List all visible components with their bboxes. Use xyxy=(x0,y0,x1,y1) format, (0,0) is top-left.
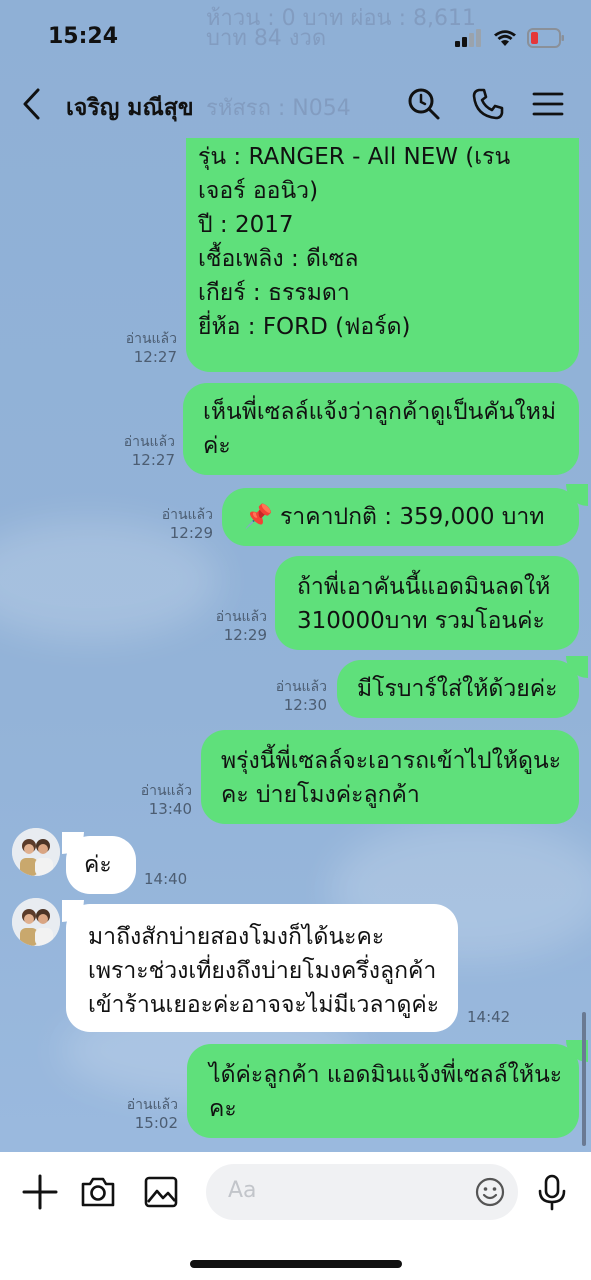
read-receipt: อ่านแล้ว xyxy=(140,783,192,799)
read-receipt: อ่านแล้ว xyxy=(161,507,213,523)
contact-avatar[interactable] xyxy=(12,898,60,946)
message-time: 12:27 xyxy=(131,451,175,469)
message-time: 13:40 xyxy=(148,800,192,818)
message-input[interactable]: Aa xyxy=(206,1164,518,1220)
message-bubble-outgoing[interactable]: มีโรบาร์ใส่ให้ด้วยค่ะ xyxy=(337,660,579,718)
message-time: 14:42 xyxy=(467,1008,511,1026)
ghost-preview-line3: รหัสรถ : N054 xyxy=(206,96,351,121)
status-icons xyxy=(455,28,565,48)
message-list[interactable]: ประเภท : กระบะแคบ รุ่น : RANGER - All NE… xyxy=(0,138,591,1152)
message-time: 12:30 xyxy=(283,696,327,714)
battery-low-icon xyxy=(527,28,564,48)
home-indicator xyxy=(190,1260,402,1268)
contact-avatar[interactable] xyxy=(12,828,60,876)
message-text: ราคาปกติ : 359,000 บาท xyxy=(279,504,545,530)
message-time: 12:29 xyxy=(169,524,213,542)
pushpin-icon: 📌 xyxy=(244,504,273,530)
message-time: 12:27 xyxy=(133,348,177,366)
menu-icon[interactable] xyxy=(530,86,566,122)
avatar-photo xyxy=(12,898,60,946)
ghost-preview-line2: บาท 84 งวด xyxy=(206,26,327,51)
status-bar: 15:24 ห้าวน : 0 บาท ผ่อน : 8,611 บาท 84 … xyxy=(0,0,591,72)
message-time: 14:40 xyxy=(144,870,188,888)
chat-header: เจริญ มณีสุข รหัสรถ : N054 xyxy=(0,72,591,138)
message-bubble-outgoing[interactable]: พรุ่งนี้พี่เซลล์จะเอารถเข้าไปให้ดูนะ คะ … xyxy=(201,730,579,824)
avatar-photo xyxy=(12,828,60,876)
cellular-signal-icon xyxy=(455,29,481,47)
search-icon[interactable] xyxy=(406,86,442,122)
message-meta: อ่านแล้ว 15:02 xyxy=(98,1096,178,1132)
message-time: 12:29 xyxy=(223,626,267,644)
plus-icon[interactable] xyxy=(20,1172,60,1212)
message-meta: อ่านแล้ว 12:29 xyxy=(133,506,213,542)
scrollbar[interactable] xyxy=(582,1012,586,1146)
image-icon[interactable] xyxy=(141,1172,181,1212)
read-receipt: อ่านแล้ว xyxy=(126,1097,178,1113)
message-meta: อ่านแล้ว 12:27 xyxy=(95,433,175,469)
message-meta: อ่านแล้ว 12:30 xyxy=(247,678,327,714)
back-icon[interactable] xyxy=(18,86,48,122)
composer-bar: Aa xyxy=(0,1152,591,1280)
message-bubble-outgoing[interactable]: 📌 ราคาปกติ : 359,000 บาท xyxy=(222,488,579,546)
message-meta: อ่านแล้ว 12:27 xyxy=(97,330,177,366)
message-bubble-outgoing[interactable]: ถ้าพี่เอาคันนี้แอดมินลดให้ 310000บาท รวม… xyxy=(275,556,579,650)
contact-name[interactable]: เจริญ มณีสุข xyxy=(66,90,194,126)
emoji-icon[interactable] xyxy=(474,1176,506,1208)
phone-icon[interactable] xyxy=(470,86,506,122)
message-time: 15:02 xyxy=(134,1114,178,1132)
message-meta: อ่านแล้ว 13:40 xyxy=(112,782,192,818)
camera-icon[interactable] xyxy=(78,1172,118,1212)
read-receipt: อ่านแล้ว xyxy=(215,609,267,625)
message-meta: อ่านแล้ว 12:29 xyxy=(187,608,267,644)
read-receipt: อ่านแล้ว xyxy=(275,679,327,695)
message-input-placeholder: Aa xyxy=(228,1178,257,1203)
read-receipt: อ่านแล้ว xyxy=(123,434,175,450)
microphone-icon[interactable] xyxy=(532,1172,572,1212)
message-bubble-incoming[interactable]: มาถึงสักบ่ายสองโมงก็ได้นะคะ เพราะช่วงเที… xyxy=(66,904,458,1032)
message-bubble-outgoing[interactable]: ได้ค่ะลูกค้า แอดมินแจ้งพี่เซลล์ให้นะ คะ xyxy=(187,1044,579,1138)
read-receipt: อ่านแล้ว xyxy=(125,331,177,347)
wifi-icon xyxy=(494,30,516,46)
status-time: 15:24 xyxy=(48,24,119,49)
message-bubble-outgoing[interactable]: ประเภท : กระบะแคบ รุ่น : RANGER - All NE… xyxy=(186,138,579,372)
message-bubble-outgoing[interactable]: เห็นพี่เซลล์แจ้งว่าลูกค้าดูเป็นคันใหม่ ค… xyxy=(183,383,579,475)
